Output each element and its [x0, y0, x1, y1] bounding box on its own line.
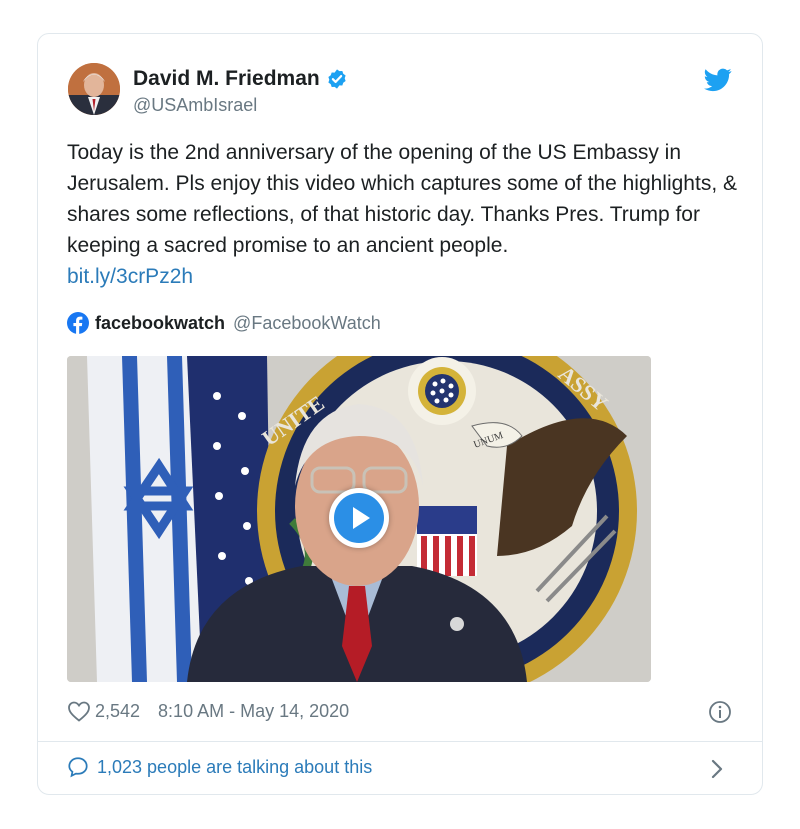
timestamp[interactable]: 8:10 AM - May 14, 2020 [158, 701, 349, 722]
source-name: facebookwatch [95, 312, 226, 333]
info-icon[interactable] [708, 700, 732, 724]
author-handle[interactable]: @USAmbIsrael [133, 95, 257, 116]
tweet-text: Today is the 2nd anniversary of the open… [67, 137, 747, 292]
tweet-stats: 2,542 8:10 AM - May 14, 2020 [67, 700, 349, 722]
talking-count: 1,023 people are talking about this [97, 756, 373, 777]
twitter-bird-icon[interactable] [704, 68, 732, 92]
facebook-icon [67, 312, 89, 334]
play-icon [353, 507, 370, 529]
avatar[interactable] [68, 63, 120, 115]
author-name-row: David M. Friedman [133, 67, 348, 91]
divider [38, 741, 762, 742]
like-count[interactable]: 2,542 [95, 701, 140, 722]
author-name[interactable]: David M. Friedman [133, 67, 320, 91]
source-handle: @FacebookWatch [233, 312, 381, 333]
tweet-body: Today is the 2nd anniversary of the open… [67, 141, 738, 257]
play-button[interactable] [329, 488, 389, 548]
video-player[interactable]: UNITE ASSY UNUM [67, 356, 651, 682]
chevron-right-icon[interactable] [710, 758, 724, 780]
avatar-image [68, 63, 120, 115]
conversation-link[interactable]: 1,023 people are talking about this [67, 756, 372, 778]
speech-bubble-icon [68, 757, 88, 778]
media-source[interactable]: facebookwatch @FacebookWatch [67, 311, 381, 335]
heart-icon[interactable] [67, 700, 91, 722]
tweet-link[interactable]: bit.ly/3crPz2h [67, 265, 193, 288]
verified-badge-icon [328, 69, 346, 89]
tweet-card: David M. Friedman @USAmbIsrael Today is … [37, 33, 763, 795]
